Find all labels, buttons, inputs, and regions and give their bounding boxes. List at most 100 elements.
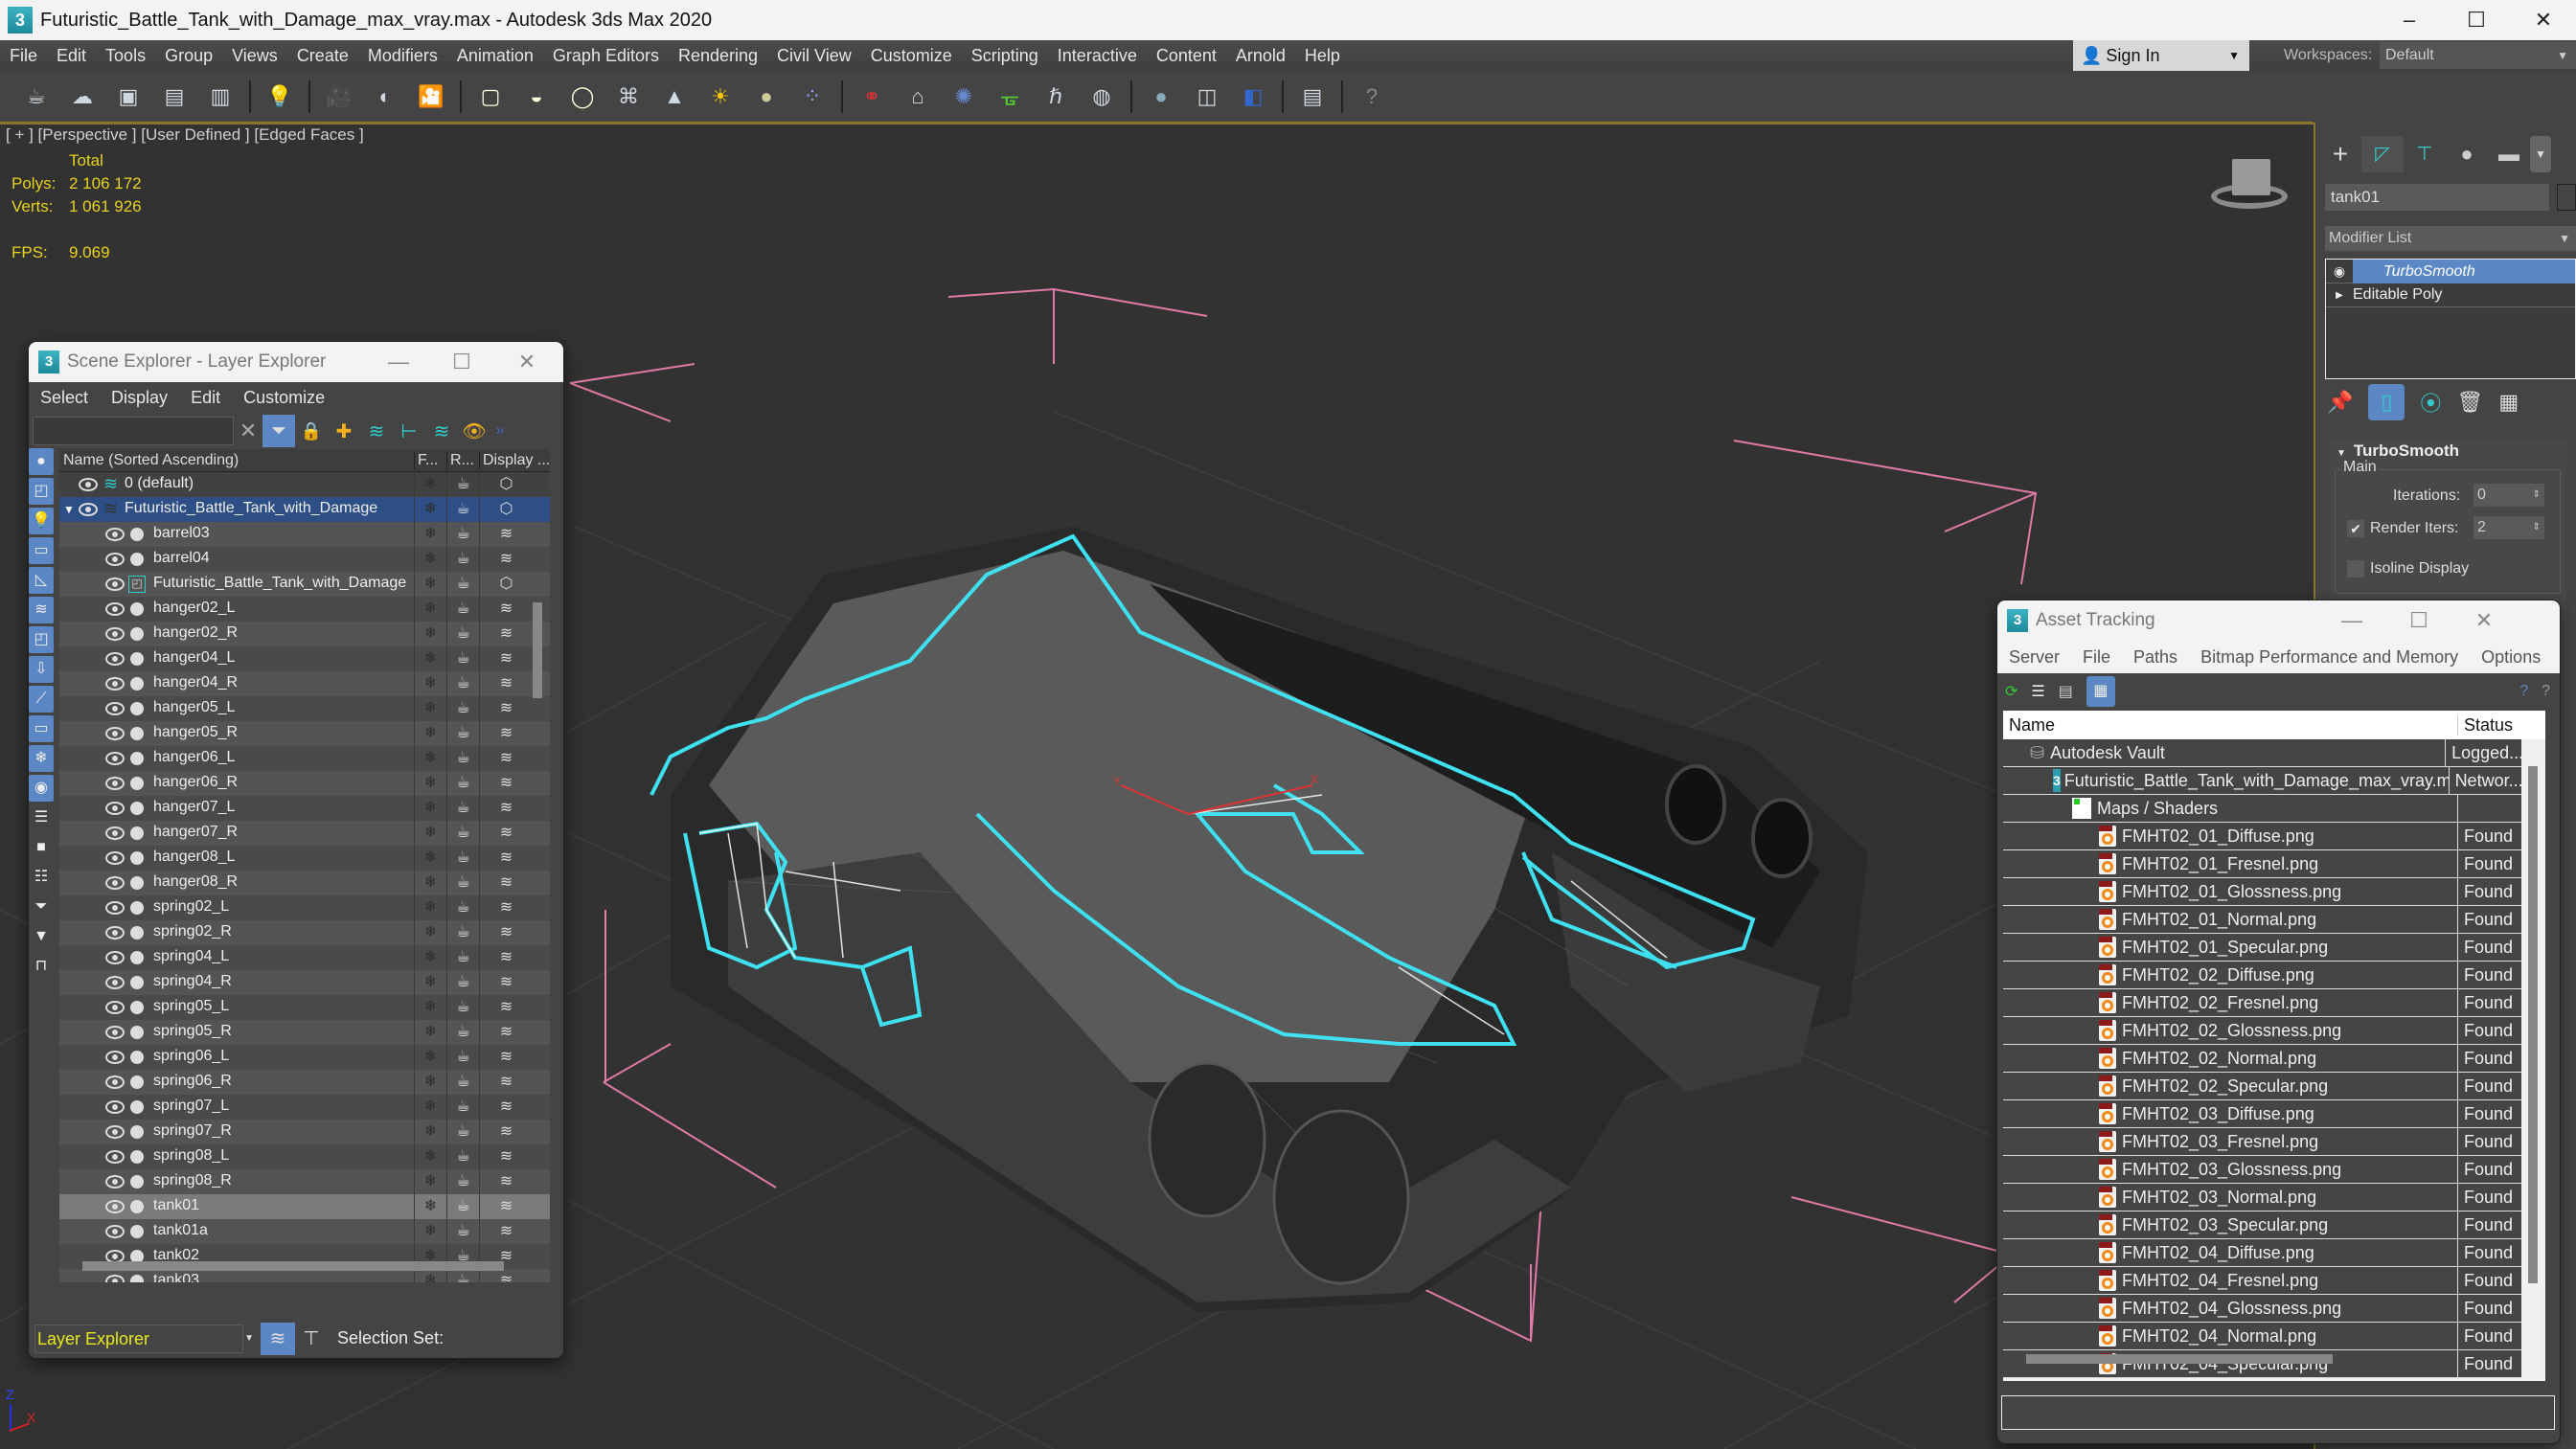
freeze-snowflake-icon[interactable]: ❄ — [414, 846, 446, 871]
horizontal-scrollbar[interactable] — [82, 1261, 504, 1271]
display-layers-icon[interactable]: ≋ — [479, 1144, 533, 1169]
renderable-teapot-icon[interactable]: ☕ — [446, 1219, 479, 1244]
freeze-snowflake-icon[interactable]: ❄ — [414, 547, 446, 572]
freeze-snowflake-icon[interactable]: ❄ — [414, 1194, 446, 1219]
renderable-teapot-icon[interactable]: ☕ — [446, 1045, 479, 1070]
display-box-icon[interactable]: ⬡ — [479, 572, 533, 597]
column-display[interactable]: Display ... — [479, 451, 550, 469]
display-layers-icon[interactable]: ≋ — [479, 522, 533, 547]
column-name[interactable]: Name — [2003, 714, 2458, 736]
object-color-swatch[interactable] — [2557, 184, 2576, 211]
display-layers-icon[interactable]: ≋ — [479, 1020, 533, 1045]
display-layers-icon[interactable]: ≋ — [479, 646, 533, 671]
display-tab-icon[interactable]: ▬ — [2488, 136, 2530, 172]
cone-light-icon[interactable]: ▲ — [655, 78, 694, 116]
object-row[interactable]: barrel04 ❄ ☕ ≋ — [59, 547, 550, 572]
display-geometry-icon[interactable]: ● — [29, 448, 54, 475]
renderable-teapot-icon[interactable]: ☕ — [446, 522, 479, 547]
column-render[interactable]: R... — [446, 451, 479, 469]
layer-manager-icon[interactable]: ▤ — [1293, 78, 1332, 116]
workspace-select[interactable]: Default ▼ — [2380, 42, 2576, 69]
renderable-teapot-icon[interactable]: ☕ — [446, 1169, 479, 1194]
display-box-icon[interactable]: ⬡ — [479, 497, 533, 522]
fur-icon[interactable]: ✺ — [945, 78, 983, 116]
freeze-snowflake-icon[interactable]: ❄ — [414, 1169, 446, 1194]
containers-icon[interactable]: ⊓ — [29, 953, 54, 980]
render-frame-icon[interactable]: ▣ — [109, 78, 148, 116]
renderable-teapot-icon[interactable]: ☕ — [446, 1269, 479, 1282]
proxy-icon[interactable]: ⌂ — [899, 78, 937, 116]
object-row[interactable]: spring08_R ❄ ☕ ≋ — [59, 1169, 550, 1194]
eye-icon[interactable] — [105, 553, 125, 566]
menu-edit[interactable]: Edit — [47, 46, 96, 66]
freeze-snowflake-icon[interactable]: ❄ — [414, 696, 446, 721]
eye-icon[interactable] — [105, 702, 125, 715]
renderable-teapot-icon[interactable]: ☕ — [446, 920, 479, 945]
asset-row[interactable]: FMHT02_01_Normal.png Found — [2003, 906, 2521, 934]
object-row[interactable]: ◰ Futuristic_Battle_Tank_with_Damage ❄ ☕ ⬡ — [59, 572, 550, 597]
eye-icon[interactable] — [105, 602, 125, 616]
make-unique-icon[interactable]: ⦿ — [2420, 387, 2441, 418]
list-view-icon[interactable]: ☰ — [2031, 682, 2044, 701]
renderable-teapot-icon[interactable]: ☕ — [446, 746, 479, 771]
menu-modifiers[interactable]: Modifiers — [358, 46, 447, 66]
display-helpers-icon[interactable]: ◺ — [29, 567, 54, 594]
renderable-teapot-icon[interactable]: ☕ — [446, 597, 479, 622]
display-containers-icon[interactable]: ▭ — [29, 715, 54, 742]
menu-help[interactable]: Help — [1295, 46, 1350, 66]
asset-row[interactable]: ⛁ Autodesk Vault Logged... — [2003, 739, 2521, 767]
renderable-teapot-icon[interactable]: ☕ — [446, 1070, 479, 1095]
help-icon[interactable]: ? — [2519, 683, 2528, 700]
hierarchy-view-icon[interactable]: ⊤ — [295, 1326, 328, 1350]
se-menu-select[interactable]: Select — [29, 388, 100, 408]
display-layers-icon[interactable]: ≋ — [479, 945, 533, 970]
filter-icon[interactable]: ⏷ — [262, 415, 295, 447]
freeze-snowflake-icon[interactable]: ❄ — [414, 522, 446, 547]
freeze-snowflake-icon[interactable]: ❄ — [414, 622, 446, 646]
column-status[interactable]: Status — [2458, 715, 2513, 736]
asset-row[interactable]: FMHT02_03_Diffuse.png Found — [2003, 1100, 2521, 1128]
new-layer-icon[interactable]: ✚ — [328, 419, 360, 443]
freeze-snowflake-icon[interactable]: ❄ — [414, 945, 446, 970]
eye-icon[interactable] — [105, 802, 125, 815]
ies-light-icon[interactable]: ● — [747, 78, 786, 116]
asset-row[interactable]: FMHT02_04_Glossness.png Found — [2003, 1295, 2521, 1323]
asset-row[interactable]: 3 Futuristic_Battle_Tank_with_Damage_max_… — [2003, 767, 2521, 795]
object-row[interactable]: spring08_L ❄ ☕ ≋ — [59, 1144, 550, 1169]
se-menu-edit[interactable]: Edit — [179, 388, 232, 408]
eye-icon[interactable] — [105, 777, 125, 790]
invert-display-icon[interactable]: ☷ — [29, 864, 54, 891]
object-row[interactable]: hanger06_L ❄ ☕ ≋ — [59, 746, 550, 771]
eye-icon[interactable] — [105, 652, 125, 666]
display-layers-icon[interactable]: ≋ — [479, 846, 533, 871]
object-row[interactable]: spring02_R ❄ ☕ ≋ — [59, 920, 550, 945]
object-row[interactable]: hanger02_R ❄ ☕ ≋ — [59, 622, 550, 646]
render-region-icon[interactable]: ◧ — [1234, 78, 1272, 116]
object-row[interactable]: hanger04_R ❄ ☕ ≋ — [59, 671, 550, 696]
object-row[interactable]: hanger07_L ❄ ☕ ≋ — [59, 796, 550, 821]
scene-explorer-titlebar[interactable]: 3 Scene Explorer - Layer Explorer — ☐ ✕ — [29, 342, 563, 382]
asset-row[interactable]: FMHT02_01_Diffuse.png Found — [2003, 823, 2521, 850]
asset-row[interactable]: FMHT02_02_Glossness.png Found — [2003, 1017, 2521, 1045]
display-layers-icon[interactable]: ≋ — [479, 622, 533, 646]
eye-icon[interactable] — [105, 876, 125, 890]
filter-icon[interactable]: ▼ — [29, 923, 54, 950]
object-row[interactable]: barrel03 ❄ ☕ ≋ — [59, 522, 550, 547]
viewcube[interactable] — [2211, 153, 2288, 211]
asset-row[interactable]: FMHT02_02_Diffuse.png Found — [2003, 962, 2521, 989]
object-row[interactable]: hanger08_L ❄ ☕ ≋ — [59, 846, 550, 871]
camera-multi-icon[interactable]: 🎦 — [412, 78, 450, 116]
camera-target-icon[interactable]: ◐ — [366, 78, 404, 116]
freeze-snowflake-icon[interactable]: ❄ — [414, 472, 446, 497]
maximize-button[interactable]: ☐ — [433, 342, 490, 382]
asset-row[interactable]: Maps / Shaders — [2003, 795, 2521, 823]
display-layers-icon[interactable]: ≋ — [479, 547, 533, 572]
display-layers-icon[interactable]: ≋ — [479, 821, 533, 846]
object-row[interactable]: hanger05_R ❄ ☕ ≋ — [59, 721, 550, 746]
renderable-teapot-icon[interactable]: ☕ — [446, 821, 479, 846]
display-layers-icon[interactable]: ≋ — [479, 871, 533, 895]
object-row[interactable]: tank03 ❄ ☕ ≋ — [59, 1269, 550, 1282]
menu-views[interactable]: Views — [222, 46, 287, 66]
modifier-list-dropdown[interactable]: Modifier List ▼ — [2325, 226, 2576, 251]
renderable-teapot-icon[interactable]: ☕ — [446, 671, 479, 696]
